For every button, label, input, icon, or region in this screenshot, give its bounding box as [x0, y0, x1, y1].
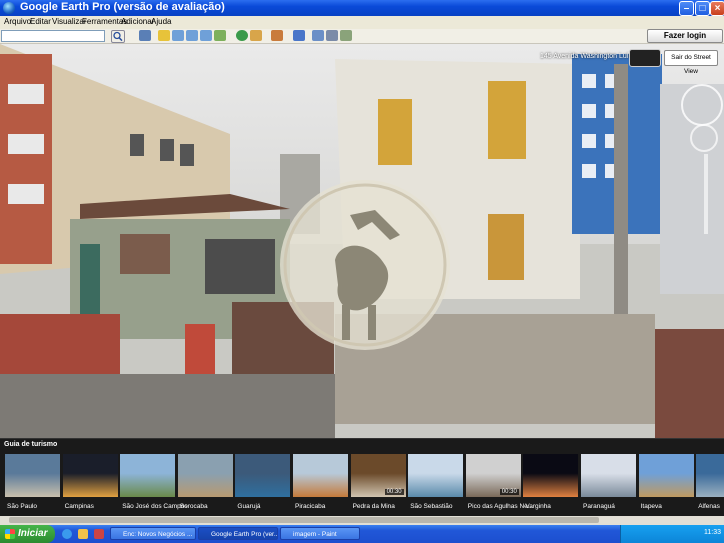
- historical-imagery-icon[interactable]: [271, 30, 283, 41]
- guide-caption[interactable]: Itapeva: [641, 503, 662, 510]
- tourism-guide: Guia de turismo São Paulo Campinas São Jos…: [0, 438, 724, 517]
- street-view[interactable]: 145 Avenida Washington Luís Sair do Stre…: [0, 44, 724, 438]
- print-icon[interactable]: [326, 30, 338, 41]
- login-button[interactable]: Fazer login: [647, 29, 723, 43]
- guide-thumbnail[interactable]: [5, 454, 60, 497]
- guide-caption[interactable]: Piracicaba: [295, 503, 325, 510]
- folder-quicklaunch-icon[interactable]: [78, 529, 88, 539]
- exit-street-view-button[interactable]: Sair do Street View: [664, 50, 718, 75]
- guide-thumbnail[interactable]: [638, 454, 694, 497]
- search-input[interactable]: [1, 30, 105, 42]
- guide-thumbnail[interactable]: [523, 454, 579, 497]
- guide-caption[interactable]: Pico das Agulhas Ne...: [468, 503, 533, 510]
- guide-thumbnail[interactable]: [696, 454, 724, 497]
- horizontal-scrollbar[interactable]: [0, 516, 724, 525]
- start-button[interactable]: Iniciar: [0, 525, 55, 543]
- scrollbar-thumb[interactable]: [9, 517, 599, 523]
- path-icon[interactable]: [186, 30, 198, 41]
- guide-caption[interactable]: São Paulo: [7, 503, 37, 510]
- guide-thumbnail[interactable]: [120, 454, 176, 497]
- menu-ajuda[interactable]: Ajuda: [151, 17, 171, 26]
- street-address: 145 Avenida Washington Luís: [540, 53, 633, 60]
- browser-quicklaunch-icon[interactable]: [62, 529, 72, 539]
- navigation-compass[interactable]: [681, 84, 723, 126]
- guide-thumbnail[interactable]: 00:30: [350, 454, 406, 497]
- google-earth-icon: [3, 2, 15, 14]
- guide-caption[interactable]: Guarujá: [237, 503, 260, 510]
- sidebar-toggle-icon[interactable]: [139, 30, 151, 41]
- tour-icon[interactable]: [214, 30, 226, 41]
- clock: 11:33: [704, 529, 721, 536]
- menu-arquivo[interactable]: Arquivo: [4, 17, 31, 26]
- guide-caption[interactable]: Varginha: [525, 503, 551, 510]
- taskbar: Iniciar Enc: Novos Negócios ... Google E…: [0, 525, 724, 543]
- guide-caption[interactable]: Sorocaba: [180, 503, 208, 510]
- placemark-icon[interactable]: [158, 30, 170, 41]
- watermark-logo: [280, 180, 450, 350]
- menu-editar[interactable]: Editar: [30, 17, 51, 26]
- menu-bar: Arquivo Editar Visualizar Ferramentas Ad…: [0, 16, 724, 30]
- guide-caption[interactable]: São Sebastião: [410, 503, 452, 510]
- guide-caption[interactable]: Alfenas: [698, 503, 720, 510]
- guide-thumbnail[interactable]: [581, 454, 636, 497]
- guide-caption[interactable]: Campinas: [65, 503, 94, 510]
- guide-thumbnail[interactable]: [293, 454, 348, 497]
- maximize-button[interactable]: □: [695, 1, 710, 16]
- look-control[interactable]: [690, 124, 718, 152]
- menu-adicionar[interactable]: Adicionar: [121, 17, 154, 26]
- guide-thumbnail[interactable]: 00:30: [465, 454, 521, 497]
- close-button[interactable]: ×: [710, 1, 724, 16]
- system-tray: 11:33: [620, 525, 724, 543]
- duration-badge: 00:30: [384, 489, 404, 495]
- guide-caption[interactable]: Pedra da Mina: [353, 503, 395, 510]
- guide-title: Guia de turismo: [4, 441, 58, 448]
- sun-icon[interactable]: [250, 30, 262, 41]
- zoom-slider[interactable]: [704, 154, 708, 234]
- taskbar-item-paint[interactable]: imagem - Paint: [280, 527, 360, 540]
- guide-caption[interactable]: Paranaguá: [583, 503, 615, 510]
- save-image-icon[interactable]: [340, 30, 352, 41]
- pegman-icon[interactable]: [629, 49, 661, 67]
- taskbar-item-outlook[interactable]: Enc: Novos Negócios ...: [110, 527, 196, 540]
- polygon-icon[interactable]: [172, 30, 184, 41]
- magnifier-icon[interactable]: [111, 30, 125, 43]
- app-quicklaunch-icon[interactable]: [94, 529, 104, 539]
- guide-caption[interactable]: São José dos Campos: [122, 503, 187, 510]
- minimize-button[interactable]: –: [679, 1, 694, 16]
- guide-thumbnail[interactable]: [62, 454, 118, 497]
- duration-badge: 00:30: [499, 489, 519, 495]
- overlay-icon[interactable]: [200, 30, 212, 41]
- earth-icon[interactable]: [236, 30, 248, 41]
- title-bar: Google Earth Pro (versão de avaliação) –…: [0, 0, 724, 16]
- guide-thumbnail[interactable]: [408, 454, 464, 497]
- guide-thumbnail[interactable]: [177, 454, 233, 497]
- toolbar: Fazer login: [0, 29, 724, 44]
- windows-logo-icon: [5, 529, 15, 539]
- email-icon[interactable]: [312, 30, 324, 41]
- taskbar-item-google-earth[interactable]: Google Earth Pro (ver...: [198, 527, 278, 540]
- guide-thumbnail[interactable]: [235, 454, 291, 497]
- ruler-icon[interactable]: [293, 30, 305, 41]
- window-title: Google Earth Pro (versão de avaliação): [20, 1, 225, 13]
